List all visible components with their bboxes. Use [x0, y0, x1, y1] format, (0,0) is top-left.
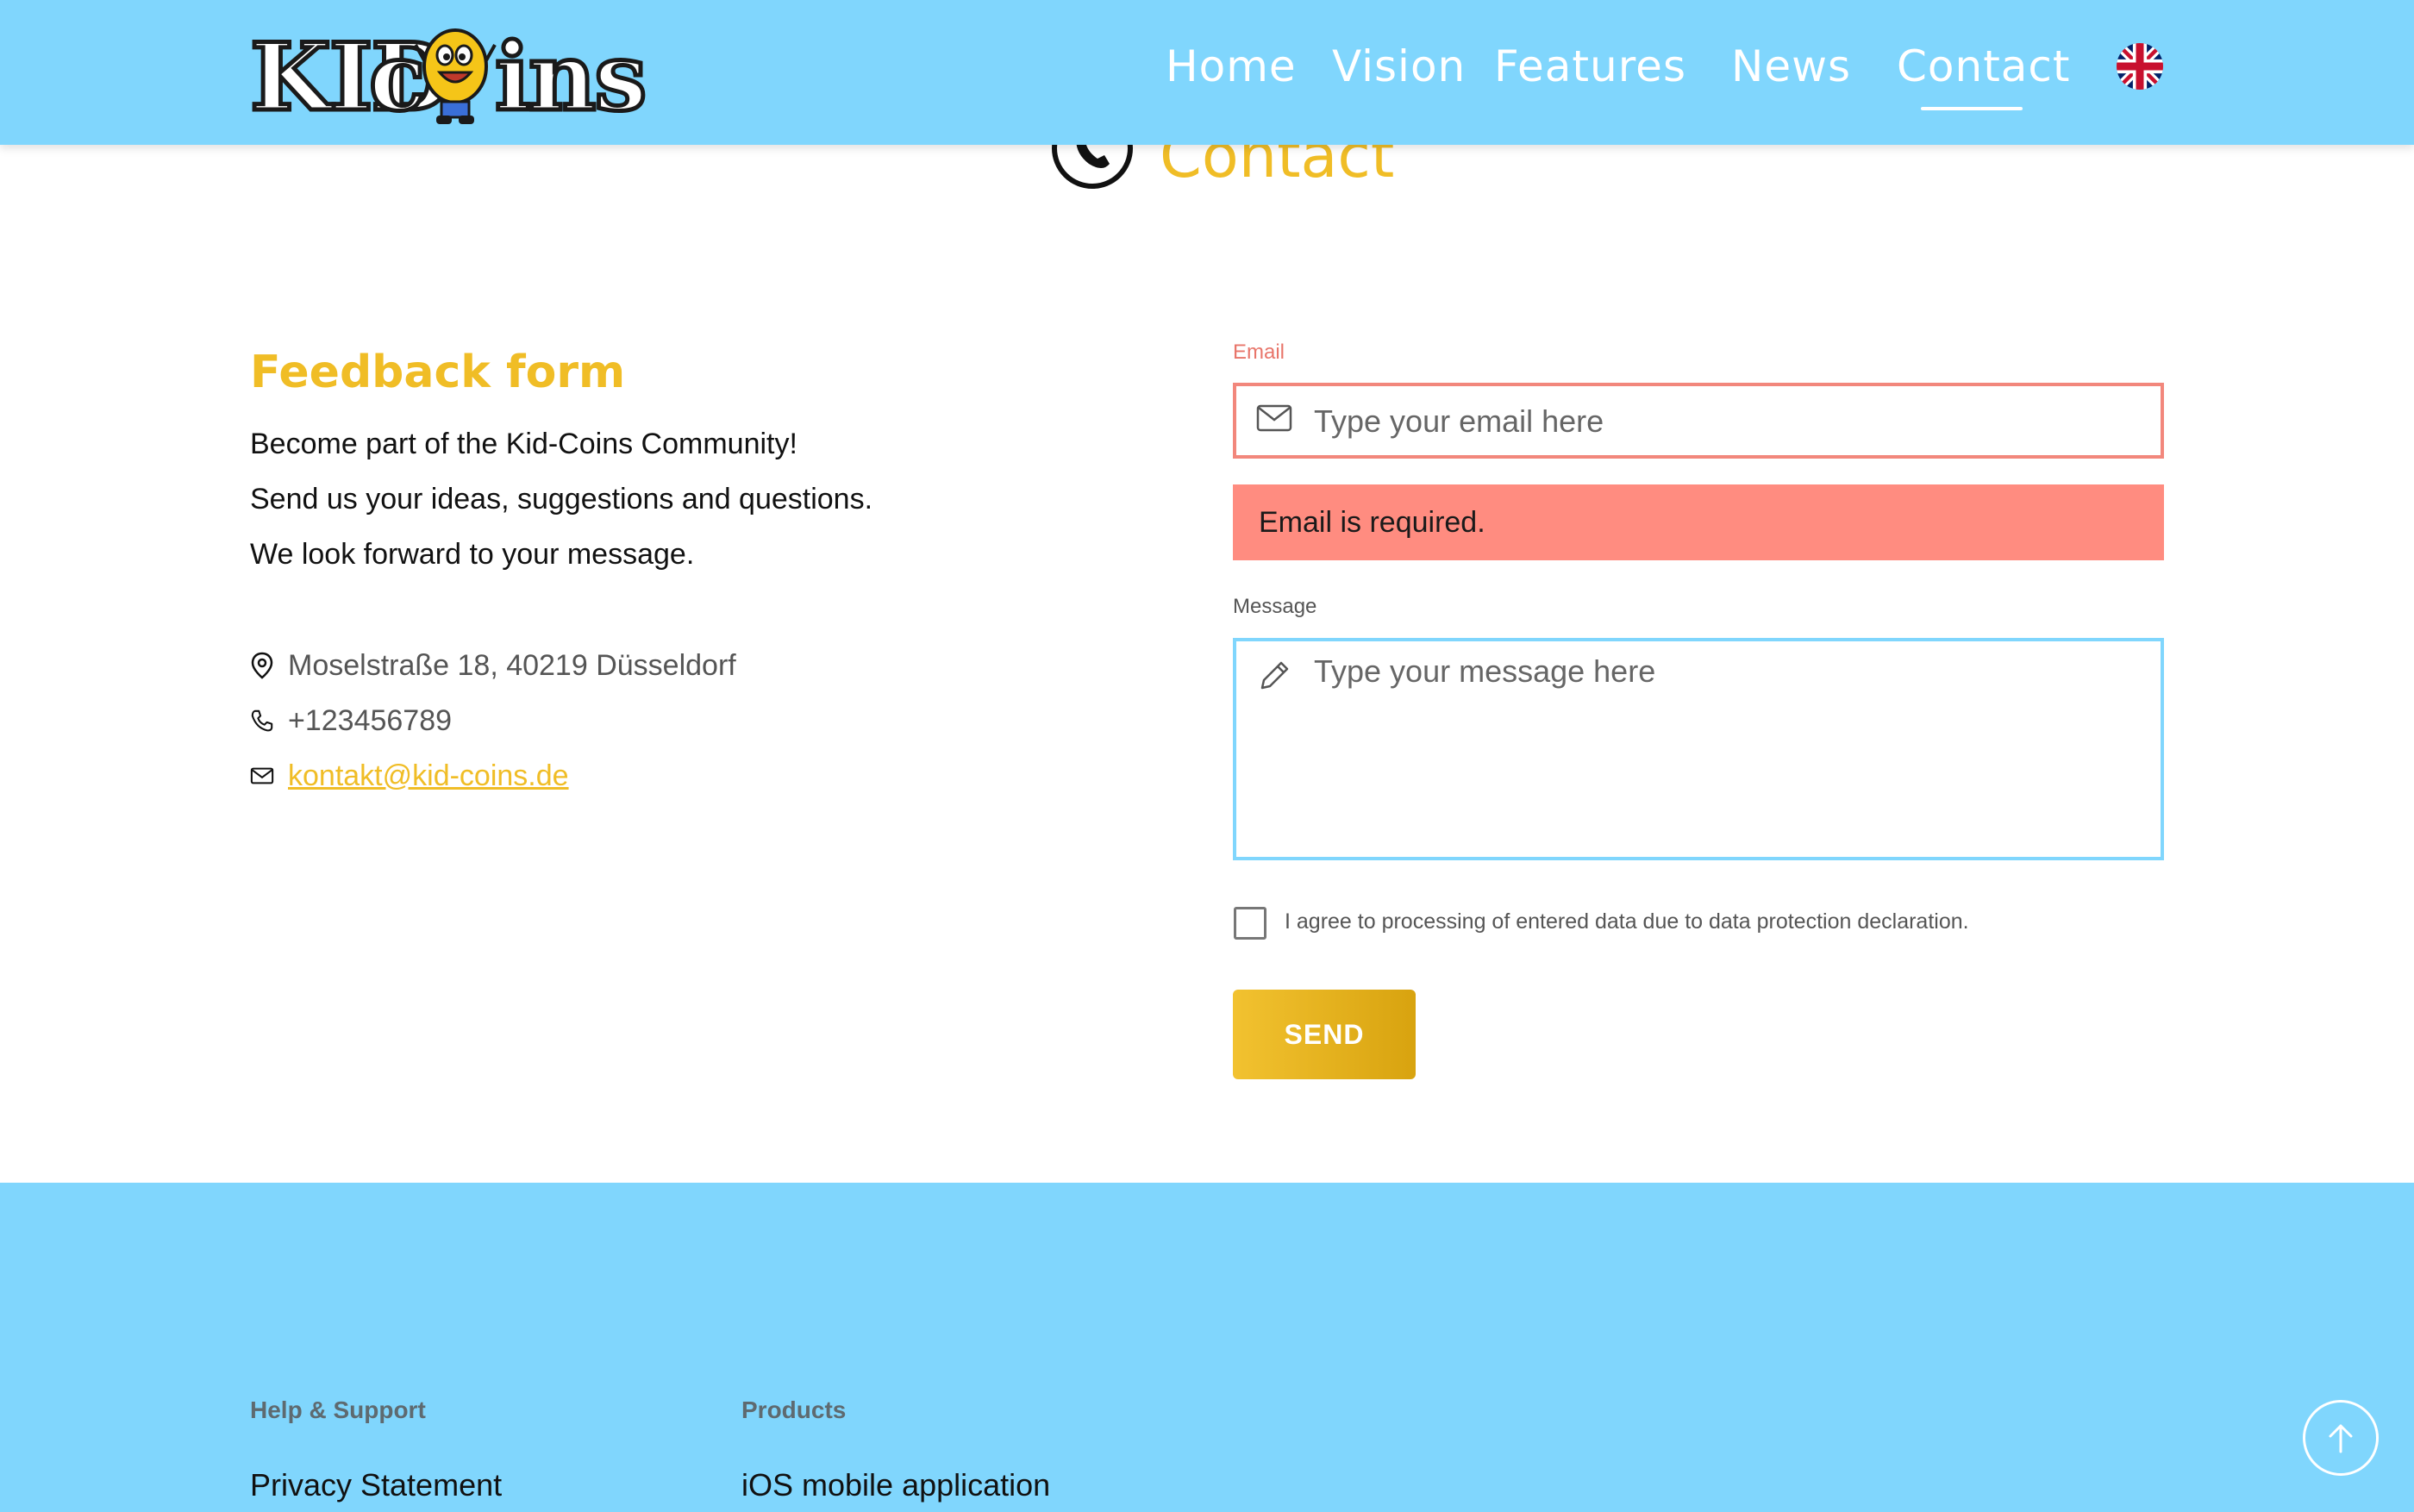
- arrow-up-icon: [2329, 1424, 2353, 1453]
- nav-vision[interactable]: Vision: [1332, 41, 1466, 91]
- message-field-wrapper: [1233, 638, 2164, 860]
- footer-heading-products: Products: [741, 1396, 847, 1423]
- email-link[interactable]: kontakt@kid-coins.de: [288, 759, 569, 793]
- feedback-form-title: Feedback form: [250, 347, 626, 398]
- nav-contact[interactable]: Contact: [1897, 41, 2071, 91]
- nav-news[interactable]: News: [1731, 41, 1851, 91]
- email-label: Email: [1233, 341, 1285, 364]
- email-error-text: Email is required.: [1259, 505, 1485, 539]
- pencil-icon: [1255, 657, 1293, 691]
- footer-link-ios-app[interactable]: iOS mobile application: [741, 1467, 1050, 1503]
- kidcoins-logo[interactable]: KID c ins: [247, 16, 649, 128]
- consent-checkbox[interactable]: [1234, 907, 1266, 940]
- scroll-to-top-button[interactable]: [2303, 1400, 2379, 1476]
- contact-phone: +123456789: [250, 702, 452, 740]
- intro-line: We look forward to your message.: [250, 538, 695, 571]
- email-input[interactable]: [1314, 400, 2147, 443]
- nav-active-indicator: [1921, 107, 2023, 110]
- map-pin-icon: [250, 652, 274, 679]
- uk-flag-icon[interactable]: [2117, 43, 2163, 90]
- site-footer: Help & Support Privacy Statement Product…: [0, 1183, 2414, 1512]
- coin-mascot-icon: [414, 28, 497, 124]
- intro-line: Send us your ideas, suggestions and ques…: [250, 483, 873, 515]
- phone-icon: [250, 707, 274, 734]
- message-textarea[interactable]: [1314, 653, 2147, 843]
- envelope-icon: [250, 762, 274, 790]
- consent-label: I agree to processing of entered data du…: [1285, 909, 1969, 934]
- site-header: KID c ins Home Vision Features News Cont…: [0, 0, 2414, 145]
- nav-features[interactable]: Features: [1494, 41, 1686, 91]
- address-text: Moselstraße 18, 40219 Düsseldorf: [288, 648, 736, 682]
- phone-text: +123456789: [288, 703, 453, 737]
- message-label: Message: [1233, 595, 1317, 618]
- intro-line: Become part of the Kid-Coins Community!: [250, 428, 797, 460]
- footer-link-privacy-statement[interactable]: Privacy Statement: [250, 1467, 502, 1503]
- nav-home[interactable]: Home: [1166, 41, 1297, 91]
- send-button[interactable]: SEND: [1233, 990, 1416, 1079]
- email-field-wrapper: [1233, 383, 2164, 459]
- footer-heading-help-support: Help & Support: [250, 1396, 426, 1423]
- contact-email: kontakt@kid-coins.de: [250, 757, 569, 795]
- contact-address: Moselstraße 18, 40219 Düsseldorf: [250, 647, 736, 684]
- envelope-icon: [1255, 403, 1293, 438]
- email-error-message: Email is required.: [1233, 484, 2164, 560]
